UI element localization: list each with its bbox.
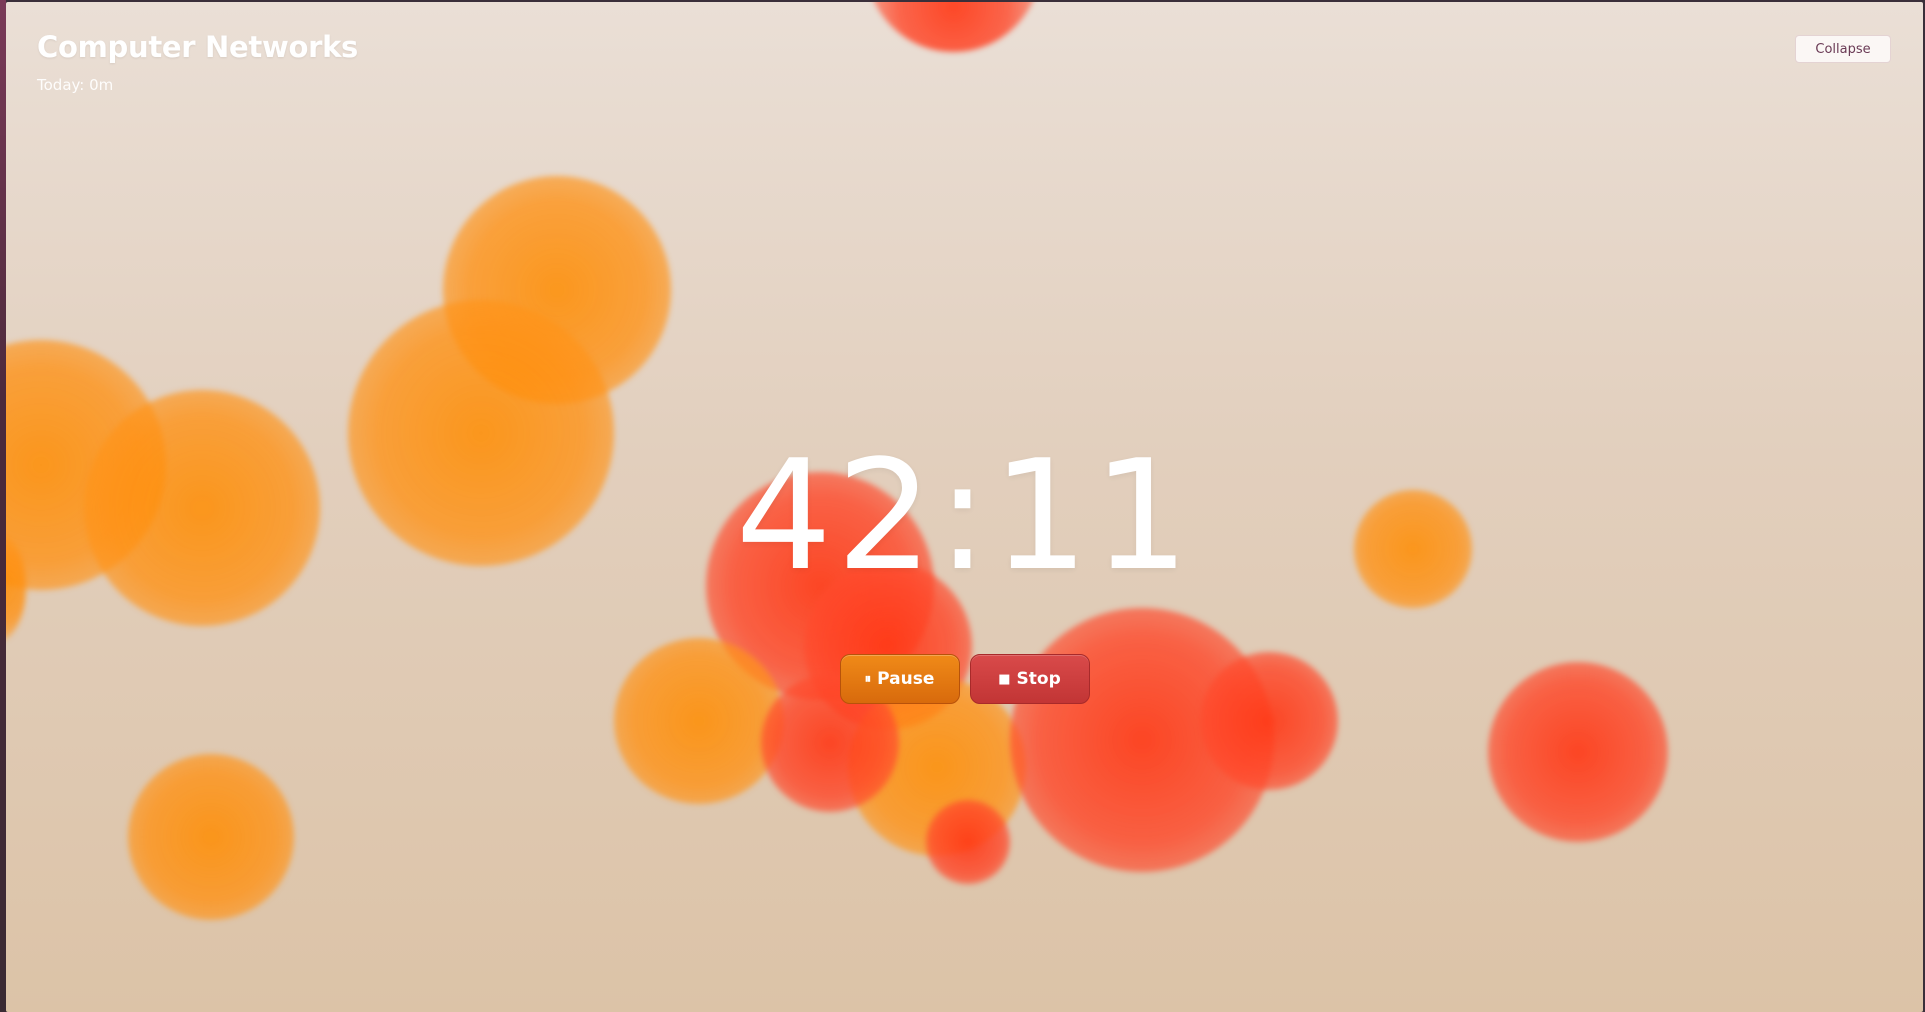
bubble-decoration [128,754,294,920]
session-title: Computer Networks [37,30,359,64]
collapse-button[interactable]: Collapse [1795,35,1891,63]
today-total: Today: 0m [37,76,114,94]
stop-label: Stop [1016,669,1061,689]
pause-button[interactable]: ⏸ Pause [839,654,960,704]
stop-icon: ■ [998,671,1011,687]
timer-controls: ⏸ Pause ■ Stop [6,654,1923,704]
bubble-decoration [926,800,1010,884]
stop-button[interactable]: ■ Stop [969,654,1090,704]
bubble-decoration [866,2,1041,52]
pause-label: Pause [877,669,935,689]
timer-display: 42:11 [735,427,1194,604]
focus-timer-window: Computer Networks Today: 0m Collapse 42:… [6,2,1923,1012]
pause-icon: ⏸ [864,671,872,687]
